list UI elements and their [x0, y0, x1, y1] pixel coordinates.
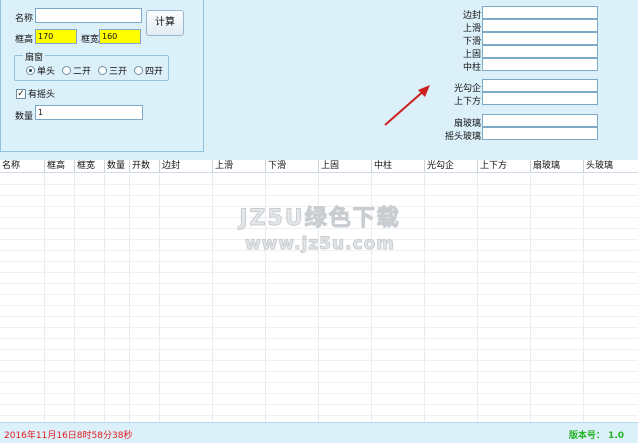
frame-height-input[interactable]: 170 — [35, 29, 77, 44]
result-label-upper-slide: 上滑 — [462, 24, 481, 34]
result-field-mullion[interactable] — [482, 58, 598, 71]
result-field-lower-slide[interactable] — [482, 32, 598, 45]
input-panel: 名称 框高 170 框宽 160 计算 扇窗 单头 二开 三开 四开 ✓ 有摇头… — [0, 0, 204, 152]
status-datetime: 2016年11月16日8时58分38秒 — [4, 431, 133, 441]
status-bar: 2016年11月16日8时58分38秒 版本号： 1.0 — [0, 422, 638, 443]
result-label-upper-fixed: 上固 — [462, 50, 481, 60]
name-label: 名称 — [15, 14, 34, 24]
radio-label: 单头 — [37, 67, 56, 77]
result-field-sash-glass[interactable] — [482, 114, 598, 127]
result-field-side-seal[interactable] — [482, 6, 598, 19]
col-header[interactable]: 框高 — [44, 160, 74, 173]
radio-single[interactable]: 单头 — [26, 64, 55, 77]
radio-two[interactable]: 二开 — [62, 64, 91, 77]
frame-width-label: 框宽 — [81, 35, 100, 45]
col-header[interactable]: 上固 — [318, 160, 371, 173]
col-header[interactable]: 边封 — [159, 160, 212, 173]
frame-width-input[interactable]: 160 — [99, 29, 141, 44]
result-label-top-bottom: 上下方 — [453, 97, 481, 107]
name-input[interactable] — [35, 8, 142, 23]
status-version: 版本号： 1.0 — [568, 431, 624, 441]
radio-dot-icon — [26, 66, 35, 75]
frame-height-label: 框高 — [15, 35, 34, 45]
col-header[interactable]: 数量 — [104, 160, 129, 173]
watermark-line2: www.jz5u.com — [244, 234, 396, 255]
col-header[interactable]: 头玻璃 — [583, 160, 638, 173]
col-header[interactable]: 光勾企 — [424, 160, 477, 173]
has-top-checkbox[interactable]: ✓ 有摇头 — [16, 87, 55, 100]
sash-group-title: 扇窗 — [23, 50, 46, 63]
column-divider — [159, 174, 160, 422]
radio-label: 二开 — [73, 67, 92, 77]
watermark-line1: JZ5U绿色下载 — [239, 206, 401, 232]
column-divider — [530, 174, 531, 422]
result-field-upper-slide[interactable] — [482, 19, 598, 32]
result-label-hook: 光勾企 — [453, 84, 481, 94]
quantity-label: 数量 — [15, 112, 34, 122]
radio-label: 三开 — [109, 67, 128, 77]
radio-label: 四开 — [145, 67, 164, 77]
col-header[interactable]: 下滑 — [265, 160, 318, 173]
column-divider — [44, 174, 45, 422]
column-divider — [583, 174, 584, 422]
result-label-top-glass: 摇头玻璃 — [444, 132, 481, 142]
radio-four[interactable]: 四开 — [134, 64, 163, 77]
result-field-top-bottom[interactable] — [482, 92, 598, 105]
column-divider — [212, 174, 213, 422]
result-field-hook[interactable] — [482, 79, 598, 92]
col-header[interactable]: 扇玻璃 — [530, 160, 583, 173]
col-header[interactable]: 中柱 — [371, 160, 424, 173]
col-header[interactable]: 名称 — [0, 160, 44, 173]
col-header[interactable]: 上滑 — [212, 160, 265, 173]
result-label-mullion: 中柱 — [462, 63, 481, 73]
table-header: 名称 框高 框宽 数量 开数 边封 上滑 下滑 上固 中柱 光勾企 上下方 扇玻… — [0, 160, 638, 173]
red-arrow-icon — [384, 85, 430, 126]
col-header[interactable]: 开数 — [129, 160, 159, 173]
radio-three[interactable]: 三开 — [98, 64, 127, 77]
checkmark-icon: ✓ — [16, 88, 26, 99]
watermark: JZ5U绿色下载 www.jz5u.com — [230, 200, 410, 255]
result-field-top-glass[interactable] — [482, 127, 598, 140]
radio-dot-icon — [62, 66, 71, 75]
column-divider — [424, 174, 425, 422]
result-label-sash-glass: 扇玻璃 — [453, 119, 481, 129]
sash-groupbox: 扇窗 单头 二开 三开 四开 — [14, 50, 169, 81]
column-divider — [74, 174, 75, 422]
calculate-button[interactable]: 计算 — [146, 10, 184, 36]
col-header[interactable]: 框宽 — [74, 160, 104, 173]
column-divider — [129, 174, 130, 422]
radio-dot-icon — [134, 66, 143, 75]
result-label-side-seal: 边封 — [462, 11, 481, 21]
has-top-label: 有摇头 — [28, 90, 56, 100]
quantity-input[interactable]: 1 — [35, 105, 143, 120]
column-divider — [104, 174, 105, 422]
column-divider — [477, 174, 478, 422]
result-field-upper-fixed[interactable] — [482, 45, 598, 58]
col-header[interactable]: 上下方 — [477, 160, 530, 173]
result-label-lower-slide: 下滑 — [462, 37, 481, 47]
radio-dot-icon — [98, 66, 107, 75]
